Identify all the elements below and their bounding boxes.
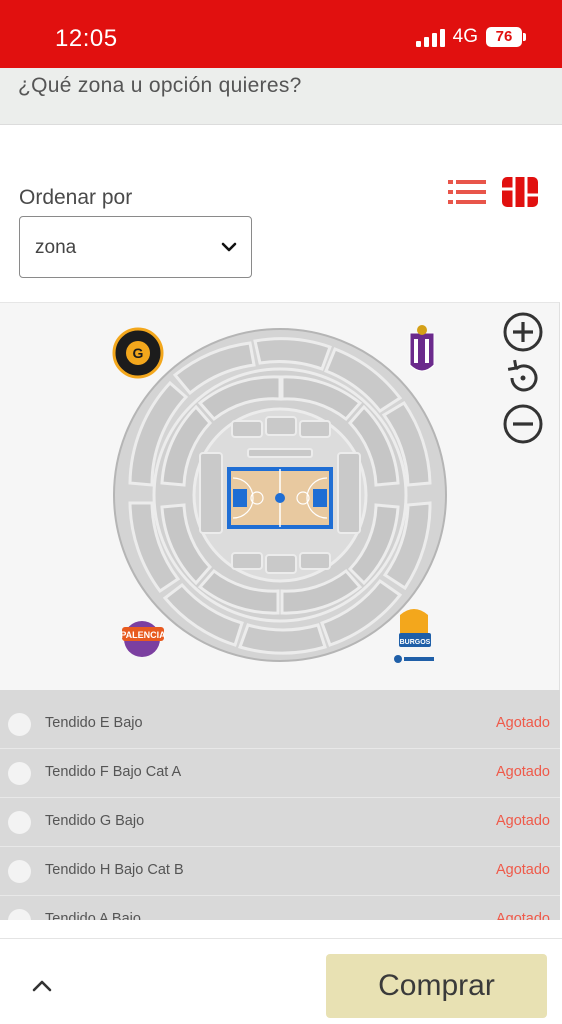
basketball-court (227, 467, 333, 529)
battery-icon: 76 (486, 27, 526, 47)
zone-status: Agotado (495, 764, 550, 780)
burgos-logo: BURGOS (394, 609, 434, 663)
zone-radio[interactable] (8, 909, 31, 920)
burgos-logo-text: BURGOS (400, 639, 431, 646)
bottom-bar: Comprar (0, 938, 562, 1024)
minus-circle-icon[interactable] (502, 403, 544, 445)
zone-name: Tendido A Bajo (45, 911, 141, 920)
zone-row[interactable]: Tendido G Bajo Agotado (0, 798, 560, 847)
buy-button[interactable]: Comprar (326, 954, 547, 1018)
signal-icon (415, 27, 445, 47)
page-title: ¿Qué zona u opción quieres? (18, 74, 302, 97)
zone-status: Agotado (495, 862, 550, 878)
zone-name: Tendido E Bajo (45, 715, 143, 731)
zone-row[interactable]: Tendido A Bajo Agotado (0, 896, 560, 920)
zone-row[interactable]: Tendido E Bajo Agotado (0, 700, 560, 749)
sort-label: Ordenar por (19, 186, 133, 209)
zone-name: Tendido G Bajo (45, 813, 145, 829)
zone-row[interactable]: Tendido H Bajo Cat B Agotado (0, 847, 560, 896)
arena-map[interactable]: G PALENCIA BURGOS (0, 303, 560, 691)
plus-circle-icon[interactable] (502, 311, 544, 353)
palencia-logo-text: PALENCIA (120, 630, 166, 640)
status-time: 12:05 (55, 25, 118, 52)
sort-select-value: zona (35, 237, 77, 258)
map-icon[interactable] (501, 176, 539, 208)
seat-map[interactable]: G PALENCIA BURGOS (0, 302, 560, 690)
zone-radio[interactable] (8, 713, 31, 736)
chevron-up-icon[interactable] (31, 977, 53, 993)
zone-radio[interactable] (8, 762, 31, 785)
question-header: ¿Qué zona u opción quieres? (0, 68, 562, 125)
zone-row[interactable]: Tendido F Bajo Cat A Agotado (0, 749, 560, 798)
zone-status: Agotado (495, 911, 550, 920)
list-icon[interactable] (448, 178, 486, 206)
zone-list[interactable]: Tendido E Bajo Agotado Tendido F Bajo Ca… (0, 690, 560, 920)
chevron-down-icon (221, 242, 237, 252)
zone-status: Agotado (495, 715, 550, 731)
svg-text:G: G (133, 345, 144, 361)
status-indicators: 4G 76 (415, 26, 526, 48)
gipuzkoa-basket-logo: G (112, 327, 164, 379)
rotate-icon[interactable] (502, 357, 544, 399)
valladolid-logo (409, 325, 435, 372)
palencia-logo: PALENCIA (120, 621, 166, 657)
status-bar: 12:05 4G 76 (0, 0, 562, 68)
network-type: 4G (452, 26, 478, 47)
zone-radio[interactable] (8, 811, 31, 834)
zone-name: Tendido F Bajo Cat A (45, 764, 182, 780)
zone-status: Agotado (495, 813, 550, 829)
sort-select[interactable]: zona (19, 216, 252, 278)
zone-name: Tendido H Bajo Cat B (45, 862, 184, 878)
zone-radio[interactable] (8, 860, 31, 883)
